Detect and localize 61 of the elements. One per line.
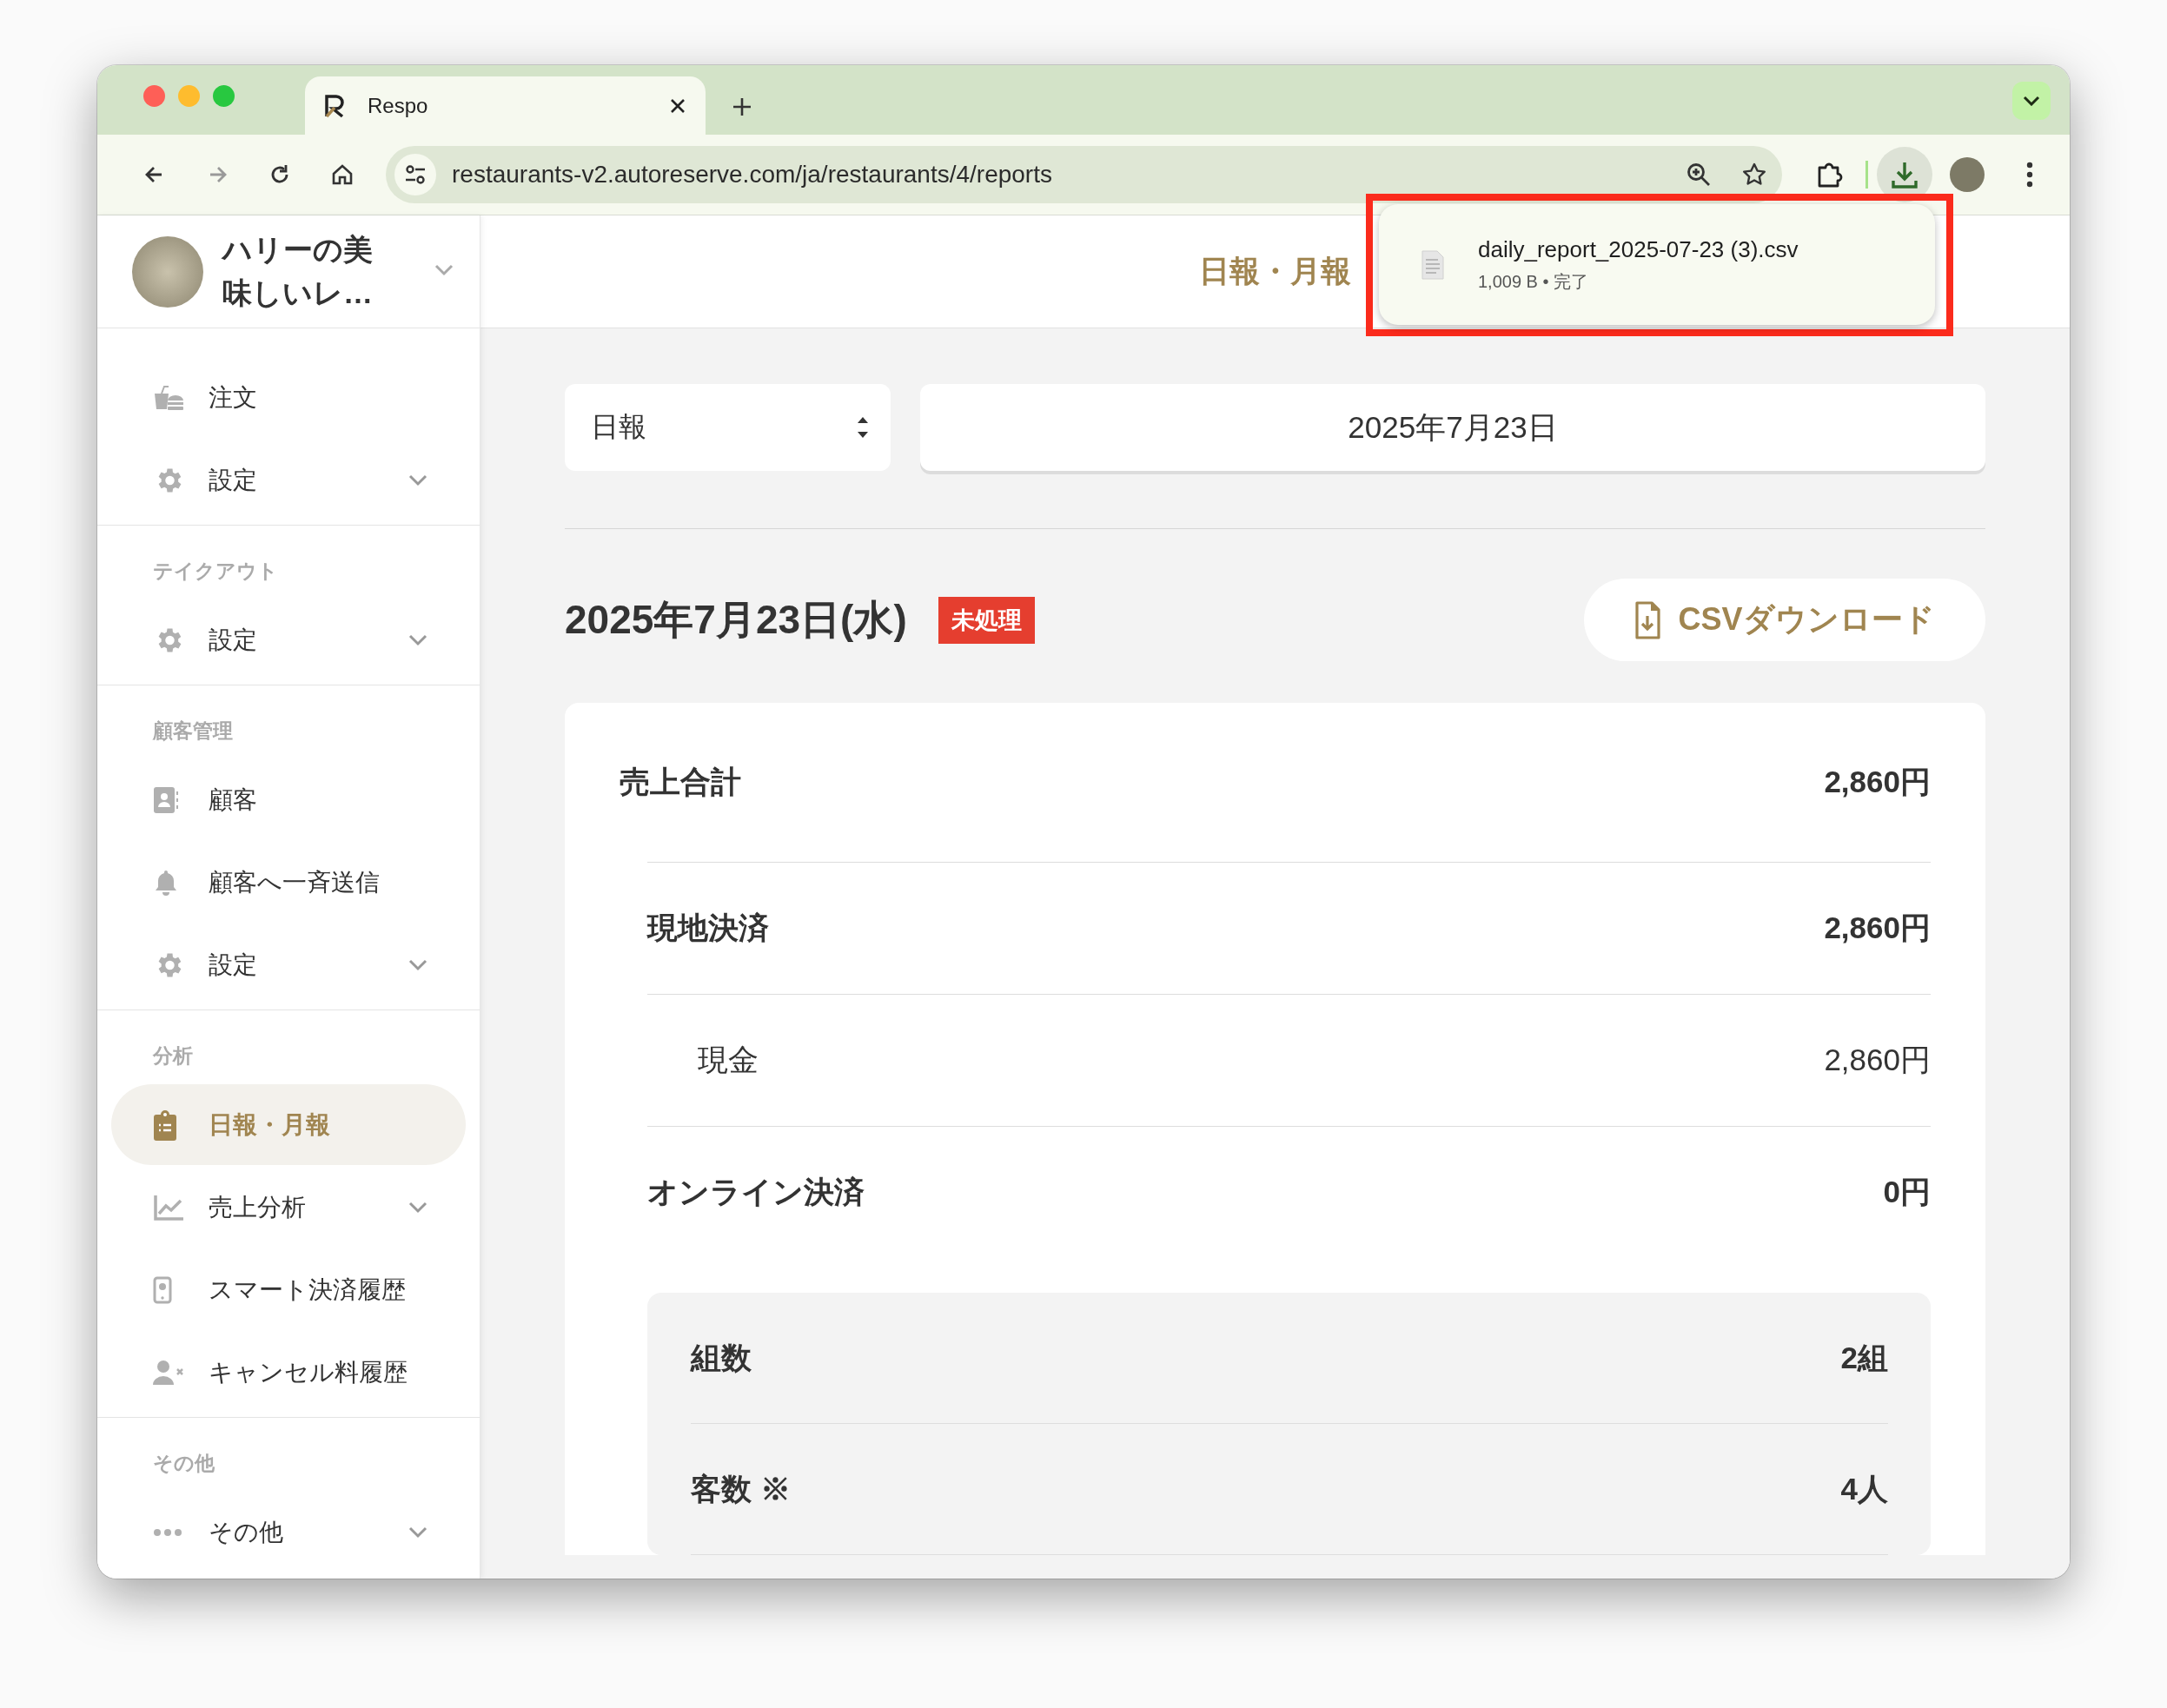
star-icon	[1741, 162, 1767, 188]
nav-item[interactable]: その他	[111, 1491, 466, 1573]
section-label: テイクアウト	[153, 558, 278, 584]
nav-item[interactable]: 設定	[111, 599, 466, 681]
row-label: 現金	[697, 1042, 759, 1078]
section-label: その他	[153, 1450, 215, 1476]
row-amount: 0円	[1883, 1174, 1931, 1210]
row-label: オンライン決済	[647, 1174, 865, 1210]
plus-icon	[732, 96, 752, 117]
csv-download-button[interactable]: CSVダウンロード	[1584, 579, 1985, 661]
status-badge: 未処理	[938, 596, 1035, 644]
cup-burger-icon	[153, 384, 184, 411]
section-label: 顧客管理	[153, 718, 233, 744]
nav-item[interactable]: 顧客	[111, 758, 466, 841]
row-label: 売上合計	[620, 764, 741, 800]
contact-card-icon	[153, 785, 179, 814]
page-title: 日報・月報	[1199, 253, 1351, 289]
download-icon	[1890, 160, 1919, 189]
download-status: 1,009 B • 完了	[1478, 270, 1590, 293]
download-item[interactable]: daily_report_2025-07-23 (3).csv 1,009 B • 完了	[1379, 204, 1935, 325]
browser-tab[interactable]: Respo	[305, 76, 706, 135]
section-label: 分析	[153, 1043, 193, 1069]
chevron-down-icon	[434, 264, 454, 276]
nav-item[interactable]: 注文	[111, 356, 466, 439]
nav-item[interactable]: 顧客へ一斉送信	[111, 841, 466, 924]
nav-item[interactable]: キャンセル料履歴	[111, 1331, 466, 1413]
row-label: 現地決済	[647, 910, 769, 946]
row-amount: 2,860円	[1824, 764, 1931, 800]
home-icon	[330, 162, 355, 187]
nav-item[interactable]: 売上分析	[111, 1166, 466, 1248]
chevron-down-icon	[2023, 96, 2040, 106]
sliders-icon	[404, 163, 427, 186]
restaurant-name: ハリーの美味しいレ…	[222, 232, 374, 311]
line-chart-icon	[153, 1193, 184, 1221]
stat-value: 2組	[1840, 1339, 1888, 1376]
document-icon	[1421, 248, 1445, 281]
tab-search-button[interactable]	[2012, 82, 2051, 120]
url-text: restaurants-v2.autoreserve.com/ja/restaurants/4/reports	[452, 161, 1053, 189]
file-download-icon	[1634, 600, 1661, 639]
tab-title: Respo	[368, 93, 429, 118]
phone-check-icon	[153, 1275, 172, 1304]
stat-label: 客数 ※	[691, 1470, 791, 1507]
row-amount: 2,860円	[1824, 910, 1931, 946]
address-bar[interactable]: restaurants-v2.autoreserve.com/ja/restaurants/4/reports	[386, 146, 1782, 203]
bell-icon	[153, 868, 179, 897]
person-x-icon	[153, 1359, 184, 1386]
dots-icon	[153, 1527, 182, 1537]
nav-item[interactable]: スマート決済履歴	[111, 1248, 466, 1331]
profile-avatar[interactable]	[1950, 157, 1985, 192]
stat-value: 4人	[1840, 1470, 1888, 1507]
kebab-menu-icon	[2026, 162, 2033, 188]
stat-label: 組数	[691, 1339, 752, 1376]
clipboard-icon	[153, 1109, 177, 1141]
period-select[interactable]: 日報	[565, 384, 891, 471]
report-date-heading: 2025年7月23日(水)	[565, 595, 907, 644]
nav-item[interactable]: 設定	[111, 439, 466, 521]
download-filename: daily_report_2025-07-23 (3).csv	[1478, 235, 1799, 263]
nav-item[interactable]: 設定	[111, 924, 466, 1006]
magnifier-plus-icon	[1686, 162, 1712, 188]
close-icon	[669, 96, 686, 115]
row-amount: 2,860円	[1824, 1042, 1931, 1078]
